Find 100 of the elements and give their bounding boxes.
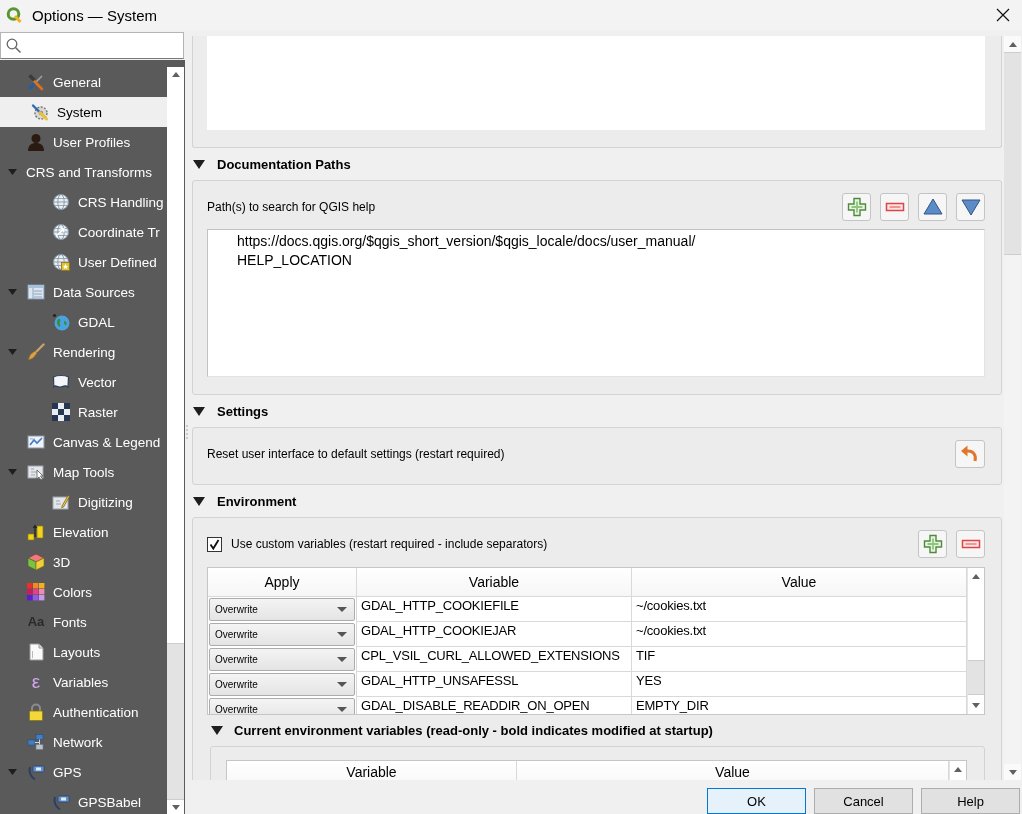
scrollbar-thumb[interactable] bbox=[167, 643, 184, 800]
table-cell: GDAL_HTTP_UNSAFESSL bbox=[357, 672, 632, 697]
up-arrow-icon bbox=[1008, 41, 1017, 47]
sidebar-item[interactable]: Map Tools bbox=[0, 457, 167, 487]
polygon-icon bbox=[52, 373, 70, 391]
dialog-button[interactable]: Help bbox=[921, 788, 1020, 814]
caret-icon bbox=[337, 607, 347, 612]
collapse-arrow-icon[interactable] bbox=[193, 159, 205, 169]
search-field[interactable] bbox=[0, 32, 184, 59]
section-title: Environment bbox=[217, 493, 297, 509]
reset-button[interactable] bbox=[955, 440, 985, 468]
sidebar-item[interactable]: CRS and Transforms bbox=[0, 157, 167, 187]
remove-button[interactable] bbox=[956, 530, 985, 558]
checkerboard-icon bbox=[52, 403, 70, 421]
sidebar-item[interactable]: CRS Handling bbox=[0, 187, 167, 217]
sidebar-item[interactable]: User Profiles bbox=[0, 127, 167, 157]
expand-arrow-icon[interactable] bbox=[8, 349, 17, 355]
section-title: Settings bbox=[217, 403, 269, 419]
table-icon bbox=[27, 283, 45, 301]
table-cell: GDAL_HTTP_COOKIEFILE bbox=[357, 597, 632, 622]
brush-icon bbox=[27, 343, 45, 361]
search-icon bbox=[6, 38, 21, 53]
scrollbar[interactable] bbox=[1004, 36, 1021, 780]
expand-arrow-icon[interactable] bbox=[8, 169, 17, 175]
down-arrow-icon bbox=[1008, 769, 1017, 775]
move-down-button[interactable] bbox=[956, 193, 985, 221]
scrollbar-thumb[interactable] bbox=[968, 660, 984, 695]
up-arrow-icon bbox=[171, 72, 180, 77]
sidebar-item[interactable]: User Defined bbox=[0, 247, 167, 277]
sidebar-item[interactable]: Authentication bbox=[0, 697, 167, 727]
globe-icon bbox=[52, 193, 70, 211]
apply-dropdown[interactable]: Overwrite bbox=[209, 698, 355, 714]
collapse-arrow-icon[interactable] bbox=[211, 726, 223, 735]
expand-arrow-icon[interactable] bbox=[8, 289, 17, 295]
move-up-button[interactable] bbox=[918, 193, 947, 221]
sidebar-item[interactable]: GDAL bbox=[0, 307, 167, 337]
down-arrow-icon bbox=[171, 804, 180, 810]
apply-dropdown[interactable]: Overwrite bbox=[209, 623, 355, 646]
add-button[interactable] bbox=[918, 530, 947, 558]
color-grid-icon bbox=[27, 583, 45, 601]
apply-dropdown[interactable]: Overwrite bbox=[209, 673, 355, 696]
apply-dropdown[interactable]: Overwrite bbox=[209, 648, 355, 671]
column-header: Variable bbox=[357, 568, 632, 596]
map-pencil-icon bbox=[52, 493, 70, 511]
sidebar-item[interactable]: 3D bbox=[0, 547, 167, 577]
sidebar-item[interactable]: Network bbox=[0, 727, 167, 757]
expand-arrow-icon[interactable] bbox=[8, 469, 17, 475]
checkbox[interactable] bbox=[207, 536, 222, 552]
sidebar-item[interactable]: ε Variables bbox=[0, 667, 167, 697]
remove-button[interactable] bbox=[880, 193, 909, 221]
sidebar-item[interactable]: General bbox=[0, 67, 167, 97]
sidebar-item[interactable]: Layouts bbox=[0, 637, 167, 667]
list-box[interactable]: https://docs.qgis.org/$qgis_short_version/$qgis_locale/docs/user_manual/ HELP_LOCATION bbox=[207, 229, 985, 377]
table-cell: GDAL_HTTP_COOKIEJAR bbox=[357, 622, 632, 647]
window-title: Options — System bbox=[32, 6, 159, 24]
up-arrow-icon bbox=[954, 766, 962, 772]
apply-dropdown[interactable]: Overwrite bbox=[209, 598, 355, 621]
app-logo-icon bbox=[6, 7, 22, 23]
caret-icon bbox=[337, 632, 347, 637]
sidebar-item[interactable]: GPS bbox=[0, 757, 167, 787]
sidebar-item[interactable]: GPSBabel bbox=[0, 787, 167, 814]
scrollbar-thumb[interactable] bbox=[1004, 52, 1021, 255]
down-triangle-icon bbox=[960, 197, 981, 217]
scrollbar[interactable] bbox=[967, 568, 984, 714]
elevation-icon bbox=[27, 523, 45, 541]
collapse-arrow-icon[interactable] bbox=[193, 406, 205, 416]
collapse-arrow-icon[interactable] bbox=[193, 496, 205, 506]
up-arrow-icon bbox=[972, 573, 980, 579]
field-label: Path(s) to search for QGIS help bbox=[207, 200, 376, 214]
undo-arrow-icon bbox=[960, 444, 980, 464]
dialog-button[interactable]: OK bbox=[707, 788, 806, 814]
column-header: Variable bbox=[227, 761, 517, 780]
sidebar-item[interactable]: Digitizing bbox=[0, 487, 167, 517]
dialog-button[interactable]: Cancel bbox=[814, 788, 913, 814]
satellite-icon bbox=[52, 793, 70, 811]
sidebar-item[interactable]: System bbox=[0, 97, 167, 127]
scrollbar[interactable] bbox=[167, 67, 184, 814]
column-header: Apply bbox=[208, 568, 357, 596]
path-item[interactable]: HELP_LOCATION bbox=[237, 251, 352, 270]
add-button[interactable] bbox=[842, 193, 871, 221]
sidebar-item[interactable]: Coordinate Tr bbox=[0, 217, 167, 247]
path-item[interactable]: https://docs.qgis.org/$qgis_short_version/$qgis_locale/docs/user_manual/ bbox=[237, 232, 696, 251]
caret-icon bbox=[337, 682, 347, 687]
sidebar-item[interactable]: Data Sources bbox=[0, 277, 167, 307]
checkbox-label: Use custom variables (restart required - include separators) bbox=[231, 537, 548, 551]
page-icon bbox=[27, 643, 45, 661]
tools-icon bbox=[27, 73, 45, 91]
expand-arrow-icon[interactable] bbox=[8, 769, 17, 775]
sidebar-item[interactable]: Rendering bbox=[0, 337, 167, 367]
table-cell: ~/cookies.txt bbox=[632, 597, 967, 622]
epsilon-icon: ε bbox=[27, 673, 45, 691]
earth-icon bbox=[52, 313, 70, 331]
sidebar-item[interactable]: Vector bbox=[0, 367, 167, 397]
sidebar-item[interactable]: Colors bbox=[0, 577, 167, 607]
table-cell: CPL_VSIL_CURL_ALLOWED_EXTENSIONS bbox=[357, 647, 632, 672]
splitter-handle-icon[interactable] bbox=[186, 425, 188, 440]
sidebar-item[interactable]: Elevation bbox=[0, 517, 167, 547]
table-cell: TIF bbox=[632, 647, 967, 672]
sidebar-item[interactable]: Canvas & Legend bbox=[0, 427, 167, 457]
sidebar-item[interactable]: Raster bbox=[0, 397, 167, 427]
